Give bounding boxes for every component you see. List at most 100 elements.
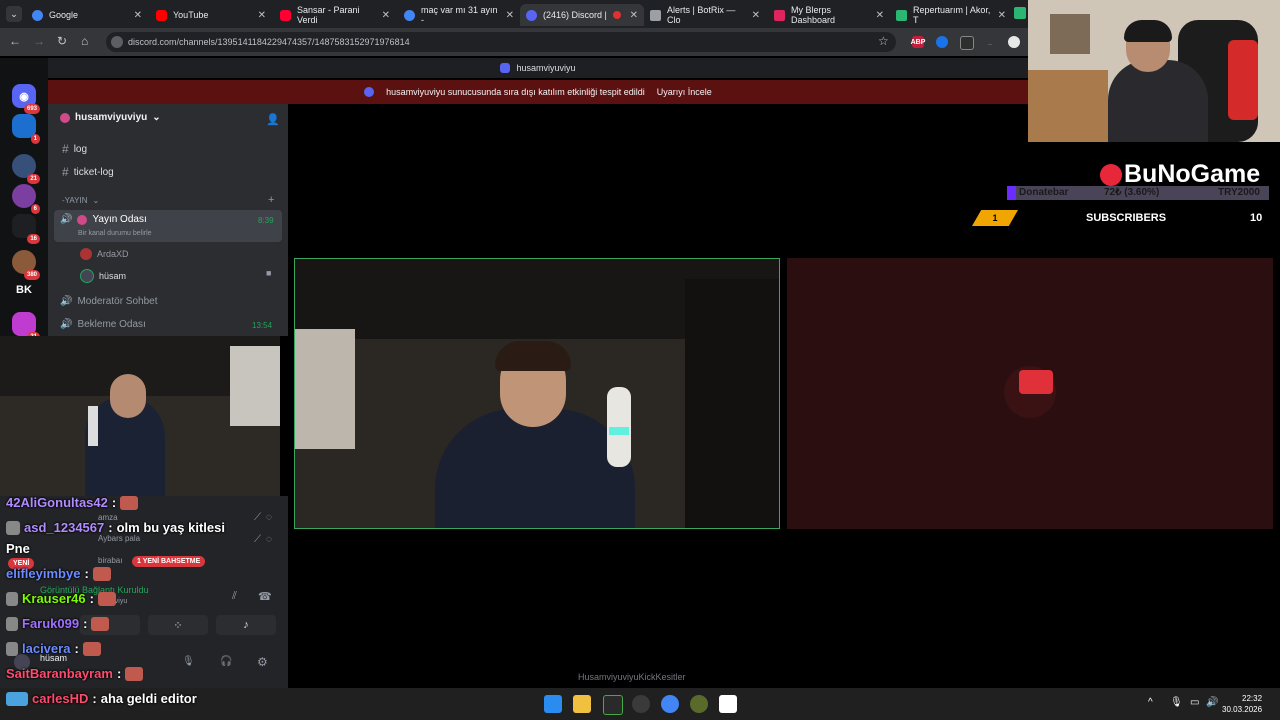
microphone-icon[interactable]: 🎙	[182, 656, 195, 667]
channel-log[interactable]: # log	[62, 142, 87, 156]
server-icon[interactable]: 1	[12, 114, 40, 144]
deafen-icon[interactable]: ◌	[266, 534, 272, 545]
windows-start-icon[interactable]	[544, 695, 562, 713]
review-warning-link[interactable]: Uyarıyı İncele	[657, 87, 712, 97]
tab-youtube-sansar[interactable]: Sansar - Parani Verdi ✕	[274, 4, 396, 26]
noise-suppression-icon[interactable]: ⫽	[232, 590, 237, 603]
extension-icon[interactable]	[960, 36, 974, 50]
voice-timer: 8:39	[258, 216, 274, 225]
mention-badge[interactable]: 1 YENİ BAHSETME	[132, 556, 206, 567]
chat-message: SaitBaranbayram :	[6, 666, 144, 681]
forward-icon[interactable]: →	[33, 34, 45, 48]
washing-machine	[230, 346, 280, 426]
profile-avatar[interactable]	[1008, 36, 1020, 48]
youtube-icon	[280, 9, 291, 21]
server-header[interactable]: husamviyuviyu ⌄	[60, 112, 161, 123]
voice-room-row[interactable]: 🔊 Yayın Odası	[60, 214, 147, 225]
voice-channel-bekleme[interactable]: 🔊 Bekleme Odası	[60, 319, 146, 330]
tab-youtube[interactable]: YouTube ✕	[150, 4, 272, 26]
discord-home-icon[interactable]: ◉ 693	[12, 84, 40, 114]
badge-icon	[6, 691, 28, 706]
back-icon[interactable]: ←	[9, 34, 21, 48]
terminal-icon[interactable]	[603, 695, 623, 715]
file-explorer-icon[interactable]	[573, 695, 591, 713]
volume-icon[interactable]: 🔊	[1206, 697, 1218, 708]
left-webcam-feed[interactable]	[0, 336, 280, 496]
close-icon[interactable]: ✕	[382, 10, 390, 21]
person-hood	[1124, 20, 1172, 42]
stage-video-main[interactable]	[294, 258, 780, 529]
tab-blerps[interactable]: My Blerps Dashboard ✕	[768, 4, 890, 26]
close-icon[interactable]: ✕	[506, 10, 514, 21]
mute-icon[interactable]: ⟋	[254, 534, 261, 545]
close-icon[interactable]: ✕	[134, 10, 142, 21]
tab-google[interactable]: Google ✕	[26, 4, 148, 26]
server-icon[interactable]: 21	[12, 312, 40, 342]
close-icon[interactable]: ✕	[630, 10, 638, 21]
live-icon	[77, 214, 88, 225]
bookmark-star-icon[interactable]: ☆	[878, 34, 889, 48]
settings-gear-icon[interactable]: ⚙	[257, 655, 268, 669]
voice-channel-moderator[interactable]: 🔊 Moderatör Sohbet	[60, 296, 158, 307]
app-icon[interactable]	[690, 695, 708, 713]
headphones-icon[interactable]: 🎧	[220, 656, 232, 667]
soundboard-button[interactable]: ♪	[216, 615, 276, 635]
rug	[1028, 70, 1108, 142]
obs-icon[interactable]	[632, 695, 650, 713]
system-clock[interactable]: 22:32 30.03.2026	[1222, 693, 1262, 715]
emote-icon	[82, 641, 101, 656]
server-icon[interactable]: 6	[12, 184, 40, 214]
mute-icon[interactable]: ⟋	[254, 512, 261, 523]
tab-repertuar[interactable]: Repertuarım | Akor, T ✕	[890, 4, 1012, 26]
adblock-extension-icon[interactable]: ABP	[911, 36, 925, 48]
set-channel-status[interactable]: Bir kanal durumu belirle	[78, 230, 152, 237]
tab-discord[interactable]: (2416) Discord | ✕	[520, 4, 644, 26]
close-icon[interactable]: ✕	[752, 10, 760, 21]
camera-icon: ■	[266, 268, 272, 278]
chevron-up-icon[interactable]: ^	[1148, 697, 1153, 708]
rank-flag: 1	[972, 210, 1018, 226]
reload-icon[interactable]: ↻	[57, 34, 67, 48]
add-channel-icon[interactable]: +	[268, 194, 274, 206]
chat-message: Krauser46 :	[6, 591, 116, 606]
extension-icon[interactable]	[936, 36, 948, 48]
close-icon[interactable]: ✕	[258, 10, 266, 21]
site-info-icon[interactable]	[111, 36, 123, 48]
speaker-icon: 🔊	[60, 319, 73, 330]
server-icon[interactable]: 21	[12, 154, 40, 184]
invite-people-icon[interactable]: 👤	[266, 113, 280, 126]
waiting-timer: 13:54	[252, 321, 273, 330]
server-icon[interactable]: 16	[12, 214, 40, 244]
extension-icon[interactable]: _	[984, 36, 996, 48]
stage-video-secondary[interactable]	[787, 258, 1273, 529]
voice-member-ardaxd[interactable]: ArdaXD	[80, 248, 129, 260]
brand-logo: BuNoGame	[1100, 160, 1260, 189]
microphone-icon[interactable]: 🎙	[1170, 697, 1183, 708]
network-icon[interactable]: ▭	[1190, 697, 1199, 708]
chrome-icon[interactable]	[661, 695, 679, 713]
deafen-icon[interactable]: ◌	[266, 512, 272, 523]
tab-overflow-icon[interactable]	[1014, 7, 1026, 19]
tab-search-button[interactable]: ⌄	[6, 6, 22, 22]
server-icon[interactable]: 380	[12, 250, 40, 280]
home-icon[interactable]: ⌂	[81, 34, 88, 48]
capcut-icon[interactable]	[719, 695, 737, 713]
server-bk[interactable]: BK	[12, 278, 36, 302]
emote-icon	[91, 616, 110, 631]
hash-icon: #	[62, 142, 69, 156]
disconnect-icon[interactable]: ☎	[258, 590, 272, 603]
emote-icon	[92, 566, 111, 581]
emote-icon	[120, 495, 139, 510]
close-icon[interactable]: ✕	[876, 10, 884, 21]
url-field[interactable]: discord.com/channels/1395141184229474357…	[106, 32, 896, 52]
window-title: husamviyuviyu	[48, 58, 1028, 78]
close-icon[interactable]: ✕	[998, 10, 1006, 21]
tab-google-search[interactable]: maç var mı 31 ayın - ✕	[398, 4, 520, 26]
voice-member-husam[interactable]: hüsam	[80, 269, 126, 283]
category-yayin[interactable]: -YAYIN ⌄	[62, 196, 99, 205]
activities-button[interactable]: ⁘	[148, 615, 208, 635]
tab-botrix[interactable]: Alerts | BotRix — Clo ✕	[644, 4, 766, 26]
person-hair	[495, 341, 571, 371]
channel-ticket-log[interactable]: # ticket-log	[62, 165, 114, 179]
dm-icon: ◉	[19, 90, 29, 103]
